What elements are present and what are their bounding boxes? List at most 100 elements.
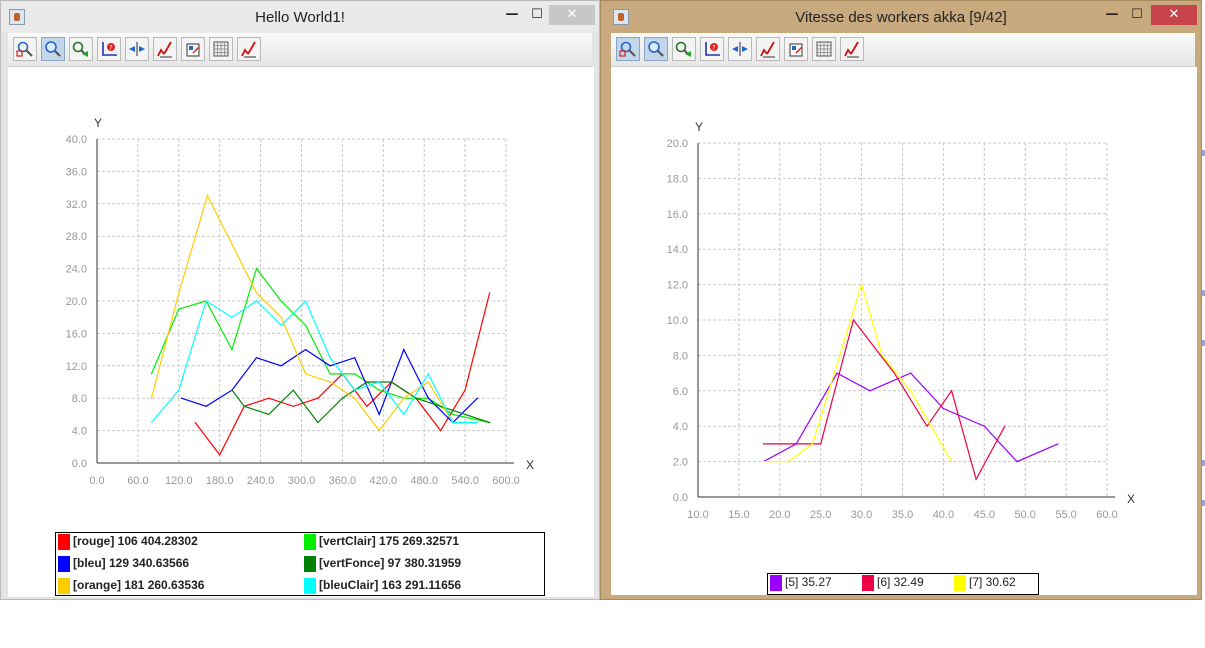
legend-label: [bleu] 129 340.63566 <box>73 556 190 570</box>
y-tick-label: 4.0 <box>673 421 688 433</box>
data-point <box>869 390 871 392</box>
x-tick-label: 45.0 <box>974 509 995 521</box>
fit-button[interactable] <box>125 37 149 61</box>
data-point <box>489 421 491 424</box>
maximize-button[interactable]: ☐ <box>1124 5 1150 25</box>
y-tick-label: 10.0 <box>667 315 688 327</box>
chart-panel: 0.0 60.0 120.0 180.0 240.0 300.0 360.0 420.0 480… <box>8 67 594 597</box>
edit-red-button[interactable] <box>237 37 261 61</box>
data-point <box>942 407 944 410</box>
export-button[interactable] <box>181 37 205 61</box>
x-tick-label: 55.0 <box>1055 509 1076 521</box>
y-tick-label: 6.0 <box>673 386 688 398</box>
zoom-icon <box>648 41 664 57</box>
data-point <box>341 397 343 399</box>
data-point <box>787 461 789 463</box>
zoom-box-icon <box>619 41 636 57</box>
data-point <box>280 300 282 302</box>
y-tick-label: 18.0 <box>667 173 688 185</box>
zoom-box-button[interactable] <box>616 37 640 61</box>
series-line-1 <box>763 318 1006 481</box>
x-tick-label: 10.0 <box>687 509 708 521</box>
y-tick-label: 12.0 <box>66 361 87 373</box>
pan-icon <box>675 41 691 57</box>
x-tick-label: 30.0 <box>851 509 872 521</box>
title-bar[interactable]: Hello World1! — ☐ ✕ <box>1 1 599 33</box>
title-bar[interactable]: Vitesse des workers akka [9/42] — ☐ ✕ <box>601 1 1201 33</box>
data-point <box>378 381 380 383</box>
data-point <box>354 357 356 359</box>
axes-button[interactable]: ? <box>97 37 121 61</box>
data-point <box>268 413 270 415</box>
x-tick-label: 480.0 <box>410 475 438 487</box>
y-tick-label: 20.0 <box>667 138 688 150</box>
legend-label: [rouge] 106 404.28302 <box>73 534 198 548</box>
data-point <box>150 397 153 399</box>
data-point <box>304 373 307 375</box>
data-point <box>178 308 180 310</box>
data-point <box>231 243 233 245</box>
edit-button[interactable] <box>153 37 177 61</box>
data-point <box>926 425 928 427</box>
edit-icon <box>760 41 775 58</box>
data-point <box>366 381 368 383</box>
fit-button[interactable] <box>728 37 752 61</box>
series-line-0 <box>763 372 1059 463</box>
data-point <box>403 397 405 399</box>
x-axis-label: X <box>526 458 534 472</box>
data-point <box>205 300 207 302</box>
chart-toolbar: ? <box>611 33 1195 67</box>
legend-swatch <box>954 575 966 591</box>
data-point <box>178 389 180 391</box>
data-point <box>852 319 855 321</box>
data-point <box>354 397 356 399</box>
chart-toolbar: ? <box>8 33 592 67</box>
data-point <box>762 461 765 463</box>
close-button[interactable]: ✕ <box>549 5 595 25</box>
data-point <box>329 373 331 375</box>
y-tick-label: 16.0 <box>667 209 688 221</box>
legend-label: [6] 32.49 <box>877 575 924 589</box>
export-icon <box>789 43 803 57</box>
export-button[interactable] <box>784 37 808 61</box>
data-point <box>439 405 442 407</box>
legend-label: [5] 35.27 <box>785 575 832 589</box>
data-point <box>292 389 294 391</box>
legend-swatch <box>58 556 70 572</box>
y-tick-label: 2.0 <box>673 457 688 469</box>
y-tick-label: 0.0 <box>72 458 87 470</box>
zoom-box-button[interactable] <box>13 37 37 61</box>
data-point <box>762 443 765 445</box>
axes-button[interactable]: ? <box>700 37 724 61</box>
data-point <box>893 372 895 374</box>
data-point <box>329 357 331 359</box>
x-tick-label: 15.0 <box>728 509 749 521</box>
pan-button[interactable] <box>69 37 93 61</box>
zoom-button[interactable] <box>41 37 65 61</box>
grid-button[interactable] <box>812 37 836 61</box>
x-tick-label: 360.0 <box>329 475 357 487</box>
zoom-button[interactable] <box>644 37 668 61</box>
close-button[interactable]: ✕ <box>1151 5 1197 25</box>
data-point <box>231 349 233 351</box>
minimize-button[interactable]: — <box>499 5 525 25</box>
data-point <box>881 354 883 356</box>
pan-button[interactable] <box>672 37 696 61</box>
data-point <box>243 405 245 407</box>
legend-label: [vertFonce] 97 380.31959 <box>319 556 462 570</box>
data-point <box>255 357 258 359</box>
minimize-button[interactable]: — <box>1099 5 1125 25</box>
data-point <box>403 349 405 351</box>
data-point <box>452 421 454 424</box>
legend-swatch <box>770 575 782 591</box>
pan-icon <box>72 41 88 57</box>
data-point <box>354 373 356 375</box>
window-hello-world: Hello World1! — ☐ ✕ ? 0.0 60.0 120.0 180.0 2… <box>0 0 600 600</box>
edit-button[interactable] <box>756 37 780 61</box>
edit-red-button[interactable] <box>840 37 864 61</box>
x-tick-label: 180.0 <box>206 475 234 487</box>
grid-button[interactable] <box>209 37 233 61</box>
data-point <box>910 372 912 374</box>
y-axis-label: Y <box>695 120 703 134</box>
maximize-button[interactable]: ☐ <box>524 5 550 25</box>
